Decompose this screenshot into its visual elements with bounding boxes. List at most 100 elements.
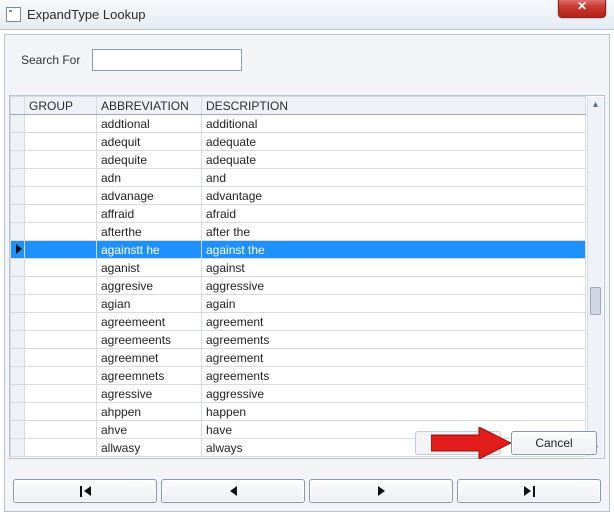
nav-first-button[interactable] [13, 479, 157, 503]
col-selector[interactable] [11, 97, 25, 115]
table-row[interactable]: ahppenhappen [11, 403, 586, 421]
cell-abbr[interactable]: agreemnets [97, 367, 202, 385]
row-selector[interactable] [11, 223, 25, 241]
cell-desc[interactable]: agreements [202, 367, 586, 385]
cell-group[interactable] [25, 349, 97, 367]
row-selector[interactable] [11, 439, 25, 457]
row-selector[interactable] [11, 421, 25, 439]
row-selector[interactable] [11, 241, 25, 259]
row-selector[interactable] [11, 151, 25, 169]
cell-group[interactable] [25, 115, 97, 133]
cell-desc[interactable]: adequate [202, 151, 586, 169]
cell-desc[interactable]: afraid [202, 205, 586, 223]
cell-group[interactable] [25, 223, 97, 241]
cell-abbr[interactable]: addtional [97, 115, 202, 133]
cell-desc[interactable]: agreement [202, 313, 586, 331]
scroll-thumb[interactable] [590, 287, 601, 315]
table-row[interactable]: affraidafraid [11, 205, 586, 223]
nav-last-button[interactable] [457, 479, 601, 503]
table-row[interactable]: againstt heagainst the [11, 241, 586, 259]
cell-desc[interactable]: and [202, 169, 586, 187]
cell-group[interactable] [25, 295, 97, 313]
cell-group[interactable] [25, 331, 97, 349]
cell-abbr[interactable]: agreemeents [97, 331, 202, 349]
table-row[interactable]: aganistagainst [11, 259, 586, 277]
table-row[interactable]: aggresiveaggressive [11, 277, 586, 295]
row-selector[interactable] [11, 205, 25, 223]
cell-desc[interactable]: again [202, 295, 586, 313]
row-selector[interactable] [11, 277, 25, 295]
table-row[interactable]: adnand [11, 169, 586, 187]
cell-group[interactable] [25, 133, 97, 151]
cell-abbr[interactable]: adequit [97, 133, 202, 151]
cell-abbr[interactable]: aggresive [97, 277, 202, 295]
table-row[interactable]: agianagain [11, 295, 586, 313]
cell-desc[interactable]: agreements [202, 331, 586, 349]
nav-prev-button[interactable] [161, 479, 305, 503]
cell-group[interactable] [25, 259, 97, 277]
cell-group[interactable] [25, 421, 97, 439]
table-row[interactable]: agreemnetsagreements [11, 367, 586, 385]
vertical-scrollbar[interactable]: ▴ ▾ [587, 97, 603, 457]
row-selector[interactable] [11, 115, 25, 133]
table-row[interactable]: adequitadequate [11, 133, 586, 151]
row-selector[interactable] [11, 187, 25, 205]
cell-desc[interactable]: happen [202, 403, 586, 421]
cell-abbr[interactable]: agressive [97, 385, 202, 403]
lookup-table[interactable]: GROUP ABBREVIATION DESCRIPTION addtional… [10, 96, 586, 457]
row-selector[interactable] [11, 169, 25, 187]
row-selector[interactable] [11, 133, 25, 151]
cell-group[interactable] [25, 187, 97, 205]
cell-abbr[interactable]: afterthe [97, 223, 202, 241]
table-row[interactable]: agreemeentagreement [11, 313, 586, 331]
col-desc[interactable]: DESCRIPTION [202, 97, 586, 115]
cell-group[interactable] [25, 169, 97, 187]
cell-abbr[interactable]: advanage [97, 187, 202, 205]
cell-abbr[interactable]: adn [97, 169, 202, 187]
table-row[interactable]: agressiveaggressive [11, 385, 586, 403]
cell-abbr[interactable]: agreemnet [97, 349, 202, 367]
table-row[interactable]: agreemnetagreement [11, 349, 586, 367]
cell-abbr[interactable]: agian [97, 295, 202, 313]
row-selector[interactable] [11, 367, 25, 385]
cell-group[interactable] [25, 241, 97, 259]
row-selector[interactable] [11, 331, 25, 349]
cell-desc[interactable]: against the [202, 241, 586, 259]
cell-abbr[interactable]: ahppen [97, 403, 202, 421]
cancel-button[interactable]: Cancel [511, 431, 597, 455]
cell-group[interactable] [25, 277, 97, 295]
cell-desc[interactable]: agreement [202, 349, 586, 367]
scroll-up-icon[interactable]: ▴ [588, 97, 603, 113]
table-row[interactable]: advanageadvantage [11, 187, 586, 205]
row-selector[interactable] [11, 259, 25, 277]
cell-abbr[interactable]: adequite [97, 151, 202, 169]
cell-abbr[interactable]: ahve [97, 421, 202, 439]
row-selector[interactable] [11, 403, 25, 421]
row-selector[interactable] [11, 313, 25, 331]
search-input[interactable] [92, 49, 242, 71]
col-group[interactable]: GROUP [25, 97, 97, 115]
cell-desc[interactable]: additional [202, 115, 586, 133]
row-selector[interactable] [11, 295, 25, 313]
table-row[interactable]: addtionaladditional [11, 115, 586, 133]
row-selector[interactable] [11, 349, 25, 367]
cell-desc[interactable]: after the [202, 223, 586, 241]
cell-group[interactable] [25, 151, 97, 169]
nav-next-button[interactable] [309, 479, 453, 503]
ok-button-placeholder[interactable] [415, 431, 501, 455]
cell-desc[interactable]: advantage [202, 187, 586, 205]
row-selector[interactable] [11, 385, 25, 403]
cell-desc[interactable]: against [202, 259, 586, 277]
table-row[interactable]: aftertheafter the [11, 223, 586, 241]
cell-abbr[interactable]: allwasy [97, 439, 202, 457]
cell-desc[interactable]: aggressive [202, 385, 586, 403]
cell-abbr[interactable]: affraid [97, 205, 202, 223]
cell-group[interactable] [25, 439, 97, 457]
cell-desc[interactable]: aggressive [202, 277, 586, 295]
cell-group[interactable] [25, 205, 97, 223]
col-abbr[interactable]: ABBREVIATION [97, 97, 202, 115]
cell-group[interactable] [25, 385, 97, 403]
cell-group[interactable] [25, 403, 97, 421]
cell-desc[interactable]: adequate [202, 133, 586, 151]
table-row[interactable]: agreemeentsagreements [11, 331, 586, 349]
